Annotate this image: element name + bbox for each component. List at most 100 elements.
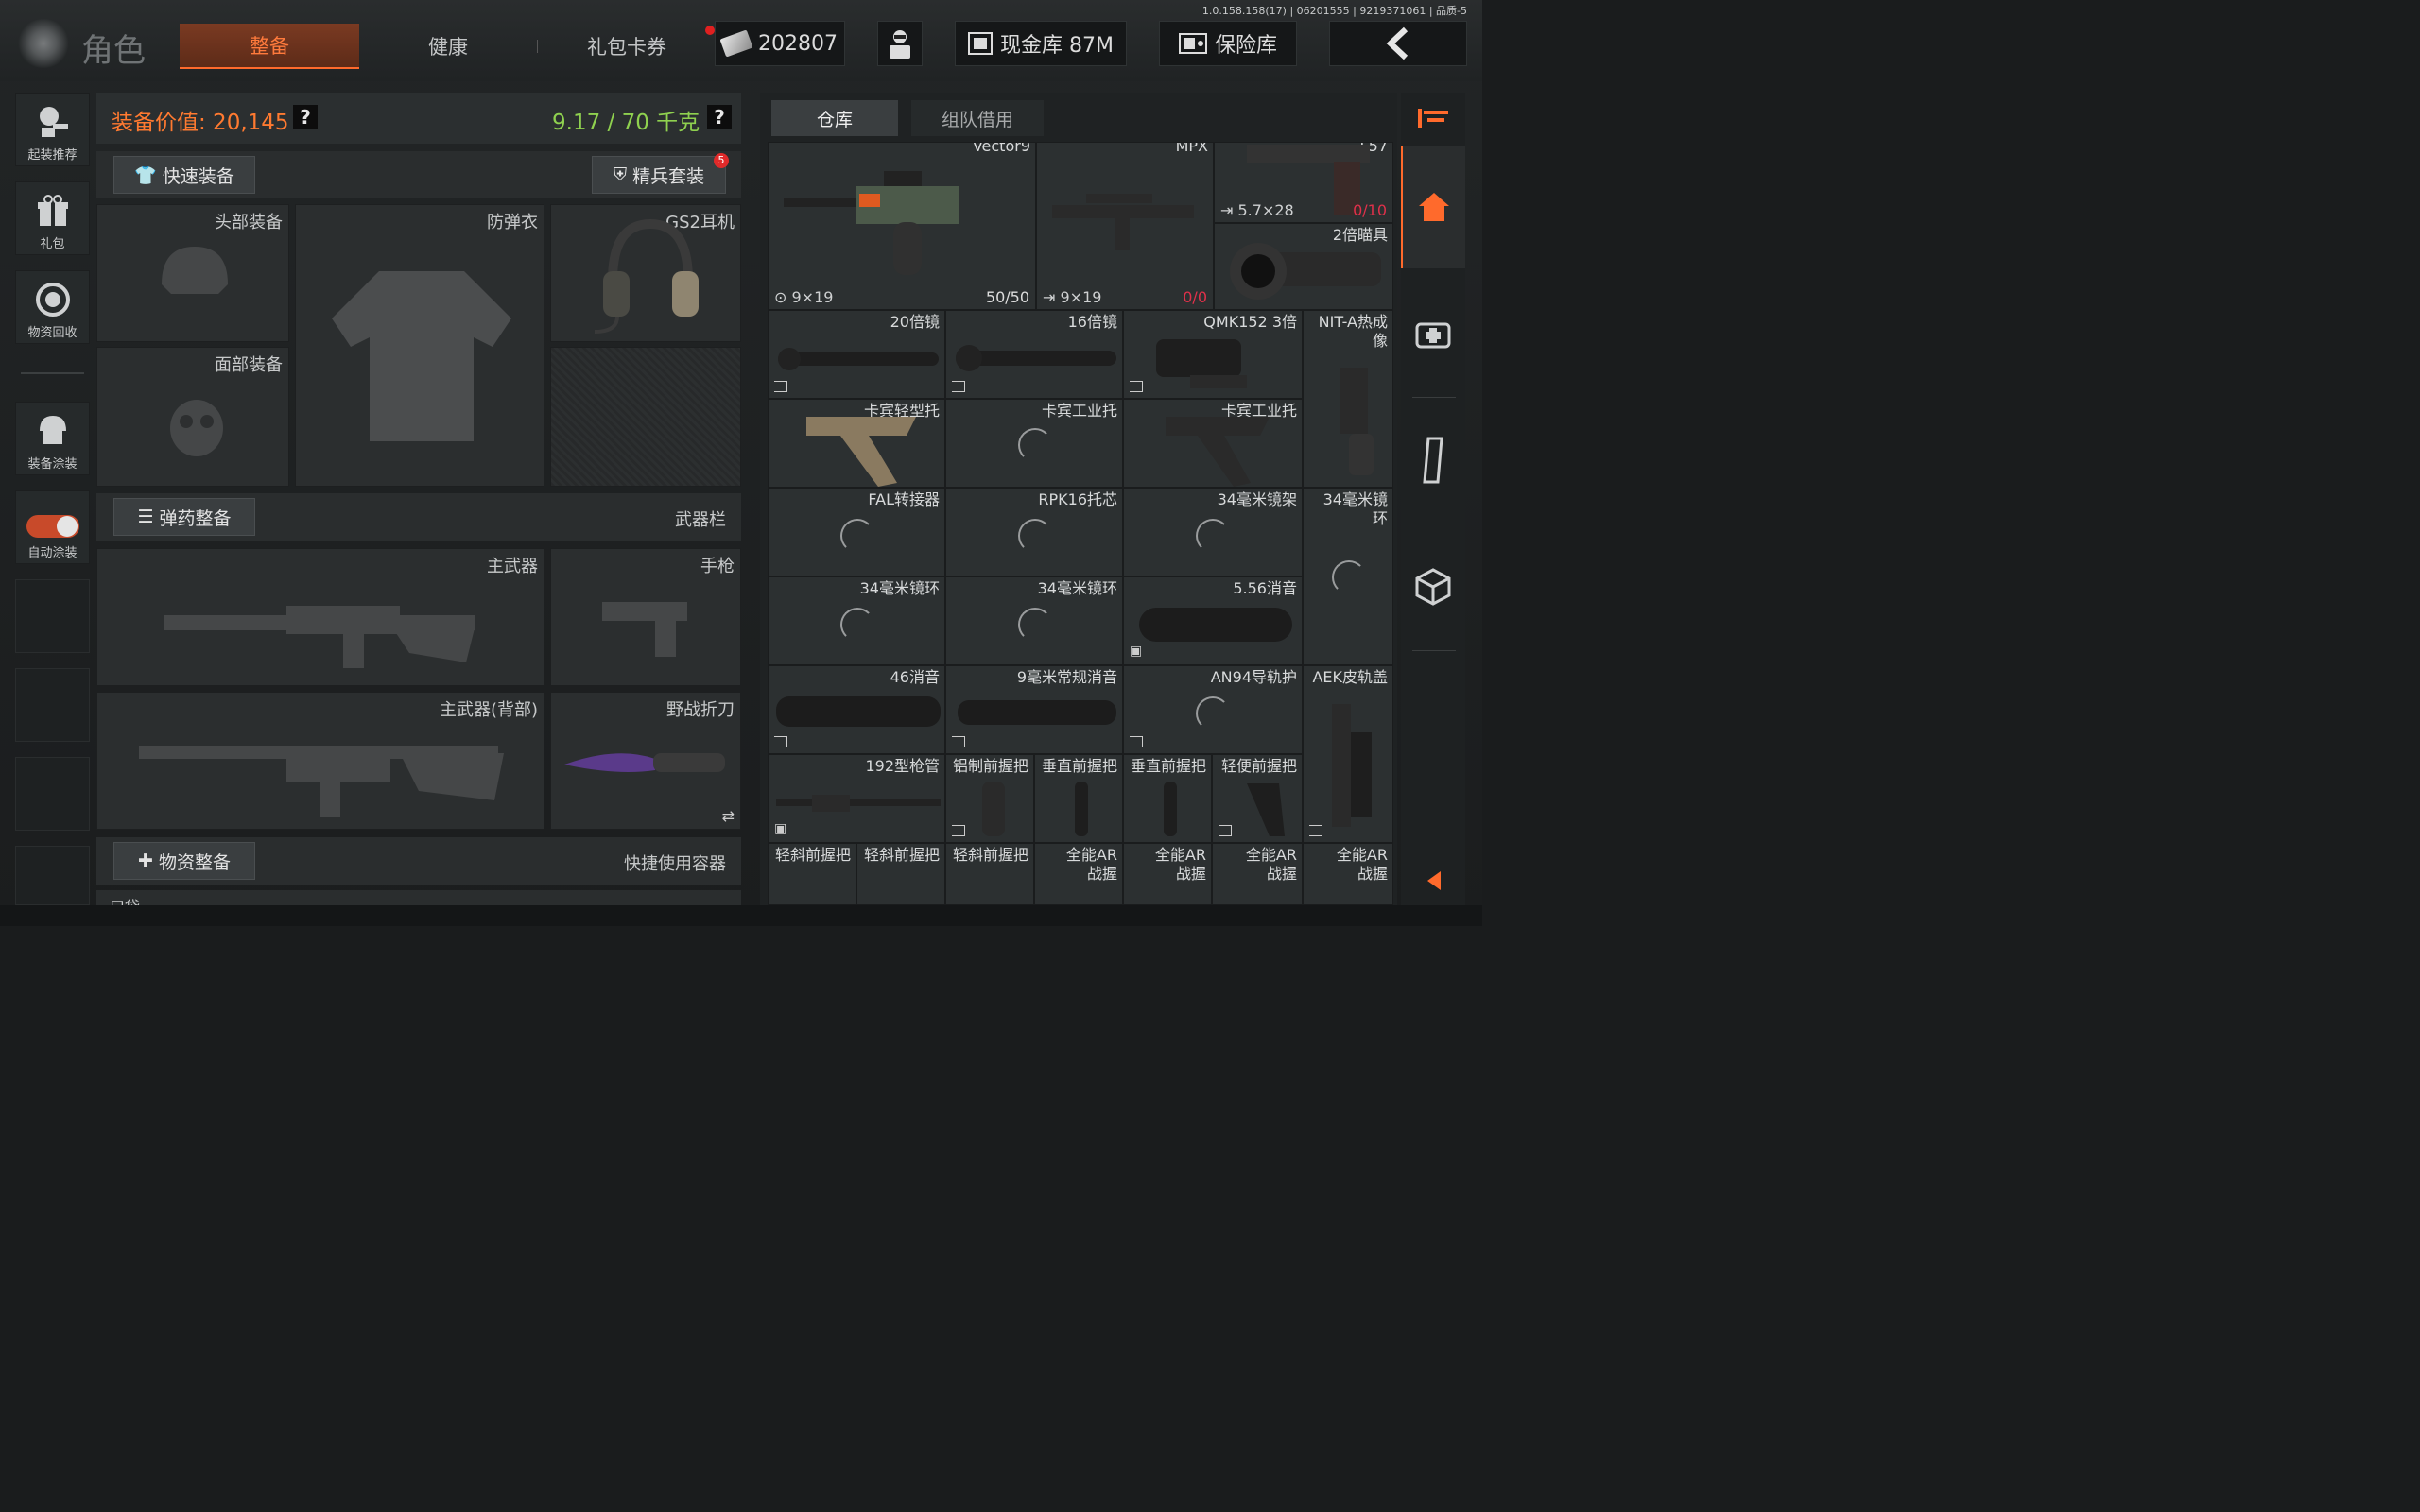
item-aluminum-grip[interactable]: 铝制前握把 (945, 754, 1034, 843)
item-stock-light[interactable]: 卡宾轻型托 (768, 399, 945, 488)
face-slot[interactable]: 面部装备 (96, 347, 289, 487)
collapse-button[interactable] (1401, 856, 1465, 905)
item-aek-rail-cover[interactable]: AEK皮轨盖 (1303, 665, 1393, 843)
cash-vault-button[interactable]: 现金库 87M (955, 21, 1127, 66)
item-556-suppressor[interactable]: 5.56消音 ▣ (1123, 576, 1303, 665)
tab-gift-cards[interactable]: 礼包卡券 (539, 24, 715, 69)
suppressor-icon (1139, 608, 1292, 642)
item-name: 34毫米镜环 (1037, 579, 1117, 597)
pistol-slot-label: 手枪 (700, 557, 735, 576)
armor-slot[interactable]: 防弹衣 (295, 204, 544, 487)
grip-icon (1075, 782, 1088, 836)
item-name: QMK152 3倍 (1203, 313, 1297, 331)
category-medical[interactable] (1401, 272, 1465, 395)
item-light-grip[interactable]: 轻便前握把 (1212, 754, 1303, 843)
recycle-button[interactable]: 物资回收 (15, 270, 90, 344)
item-ar-grip[interactable]: 全能AR战握 (1303, 843, 1393, 905)
supply-equip-button[interactable]: ✚ 物资整备 (113, 842, 255, 880)
exit-icon (774, 736, 787, 747)
toggle-knob (57, 516, 78, 537)
item-stock-industrial[interactable]: 卡宾工业托 (945, 399, 1123, 488)
item-ar-grip[interactable]: 全能AR战握 (1123, 843, 1212, 905)
operator-icon (890, 30, 910, 59)
gift-box-icon (34, 194, 72, 228)
ammo-count: 50/50 (985, 288, 1029, 306)
item-angled-grip[interactable]: 轻斜前握把 (856, 843, 945, 905)
elite-set-label: 精兵套装 (632, 165, 705, 187)
item-fal-adapter[interactable]: FAL转接器 (768, 488, 945, 576)
back-button[interactable] (1329, 21, 1467, 66)
loading-spinner (1018, 519, 1052, 553)
recommend-label: 起装推荐 (27, 148, 78, 163)
item-46-suppressor[interactable]: 46消音 (768, 665, 945, 754)
item-ar-grip[interactable]: 全能AR战握 (1034, 843, 1123, 905)
swap-icon[interactable]: ⇄ (722, 807, 735, 825)
item-f57[interactable]: F57 ⇥ 5.7×28 0/10 (1214, 142, 1393, 223)
category-ammo[interactable] (1401, 399, 1465, 522)
item-name: 46消音 (890, 668, 940, 686)
box-icon: ▣ (1130, 644, 1143, 659)
skin-button[interactable]: 装备涂装 (15, 402, 90, 475)
knife-slot[interactable]: 野战折刀 ⇄ (550, 692, 741, 830)
item-mpx[interactable]: MPX ⇥ 9×19 0/0 (1036, 142, 1214, 310)
head-slot-label: 头部装备 (215, 213, 283, 232)
collapse-arrow-icon (1427, 871, 1441, 890)
item-angled-grip[interactable]: 轻斜前握把 (768, 843, 856, 905)
item-34mm-ring[interactable]: 34毫米镜环 (768, 576, 945, 665)
tab-storage[interactable]: 仓库 (771, 100, 898, 136)
exit-icon (952, 381, 965, 392)
item-scope-20x[interactable]: 20倍镜 (768, 310, 945, 399)
primary-back-slot[interactable]: 主武器(背部) (96, 692, 544, 830)
weight-help-button[interactable]: ? (707, 105, 732, 129)
item-qmk152[interactable]: QMK152 3倍 (1123, 310, 1303, 399)
pistol-slot[interactable]: 手枪 (550, 548, 741, 686)
item-name: 卡宾工业托 (1041, 402, 1117, 420)
primary-weapon-slot[interactable]: 主武器 (96, 548, 544, 686)
ammo-type-text: 9×19 (791, 288, 834, 306)
item-name: AN94导轨护 (1210, 668, 1297, 686)
banknote-icon (719, 29, 753, 58)
category-all[interactable] (1401, 146, 1465, 268)
gift-pack-button[interactable]: 礼包 (15, 181, 90, 255)
item-34mm-ring[interactable]: 34毫米镜环 (945, 576, 1123, 665)
item-scope-2x[interactable]: 2倍瞄具 (1214, 223, 1393, 310)
ammo-equip-label: 弹药整备 (159, 507, 232, 529)
loading-spinner (840, 519, 874, 553)
item-34mm-mount[interactable]: 34毫米镜架 (1123, 488, 1303, 576)
recommend-loadout-button[interactable]: 起装推荐 (15, 93, 90, 166)
sort-button[interactable] (1401, 93, 1465, 146)
tab-health[interactable]: 健康 (359, 24, 537, 69)
item-name: FAL转接器 (868, 490, 940, 508)
exit-icon (952, 825, 965, 836)
headset-slot[interactable]: GS2耳机 (550, 204, 741, 342)
item-name: 垂直前握把 (1130, 757, 1206, 775)
item-an94-handguard[interactable]: AN94导轨护 (1123, 665, 1303, 754)
category-box[interactable] (1401, 525, 1465, 648)
item-nita-thermal[interactable]: NIT-A热成像 (1303, 310, 1393, 488)
avatar-button[interactable] (877, 21, 923, 66)
item-34mm-ring[interactable]: 34毫米镜环 (1303, 488, 1393, 665)
item-name: 轻便前握把 (1220, 757, 1297, 775)
safe-button[interactable]: 保险库 (1159, 21, 1297, 66)
currency-display[interactable]: 202807 (715, 21, 845, 66)
item-9mm-suppressor[interactable]: 9毫米常规消音 (945, 665, 1123, 754)
elite-set-button[interactable]: ⛨ 精兵套装 (592, 156, 726, 194)
item-vertical-grip[interactable]: 垂直前握把 (1034, 754, 1123, 843)
character-screen: 1.0.158.158(17) | 06201555 | 9219371061 … (0, 0, 1482, 926)
tab-gear[interactable]: 整备 (180, 24, 359, 69)
item-stock-industrial[interactable]: 卡宾工业托 (1123, 399, 1303, 488)
item-scope-16x[interactable]: 16倍镜 (945, 310, 1123, 399)
value-help-button[interactable]: ? (293, 105, 318, 129)
item-vector9[interactable]: Vector9 ⊙ 9×19 50/50 (768, 142, 1036, 310)
ammo-type: ⇥ 9×19 (1043, 288, 1102, 306)
item-vertical-grip[interactable]: 垂直前握把 (1123, 754, 1212, 843)
tab-team-borrow[interactable]: 组队借用 (911, 100, 1044, 136)
item-192-barrel[interactable]: 192型枪管 ▣ (768, 754, 945, 843)
ammo-equip-button[interactable]: ☰ 弹药整备 (113, 498, 255, 536)
item-rpk16-core[interactable]: RPK16托芯 (945, 488, 1123, 576)
quick-equip-button[interactable]: 👕 快速装备 (113, 156, 255, 194)
head-slot[interactable]: 头部装备 (96, 204, 289, 342)
item-angled-grip[interactable]: 轻斜前握把 (945, 843, 1034, 905)
item-ar-grip[interactable]: 全能AR战握 (1212, 843, 1303, 905)
notification-dot (705, 26, 715, 35)
